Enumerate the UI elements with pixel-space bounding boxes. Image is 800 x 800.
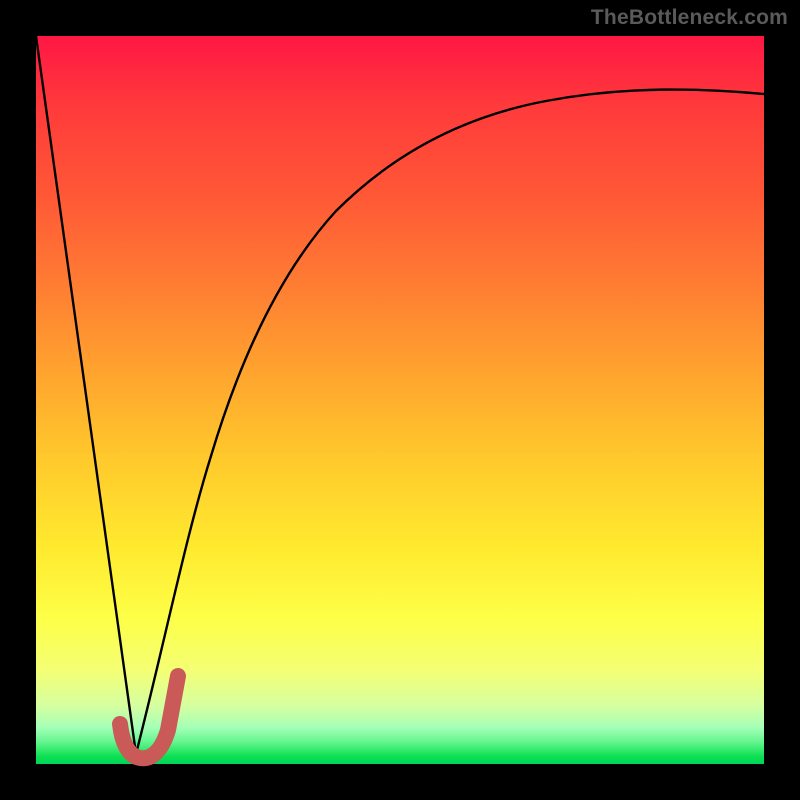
chart-frame: TheBottleneck.com (0, 0, 800, 800)
curve-left-branch (36, 36, 136, 754)
curve-right-branch (136, 90, 764, 754)
marker-j (120, 676, 178, 758)
chart-svg (36, 36, 764, 764)
watermark-text: TheBottleneck.com (591, 6, 788, 30)
plot-area (36, 36, 764, 764)
